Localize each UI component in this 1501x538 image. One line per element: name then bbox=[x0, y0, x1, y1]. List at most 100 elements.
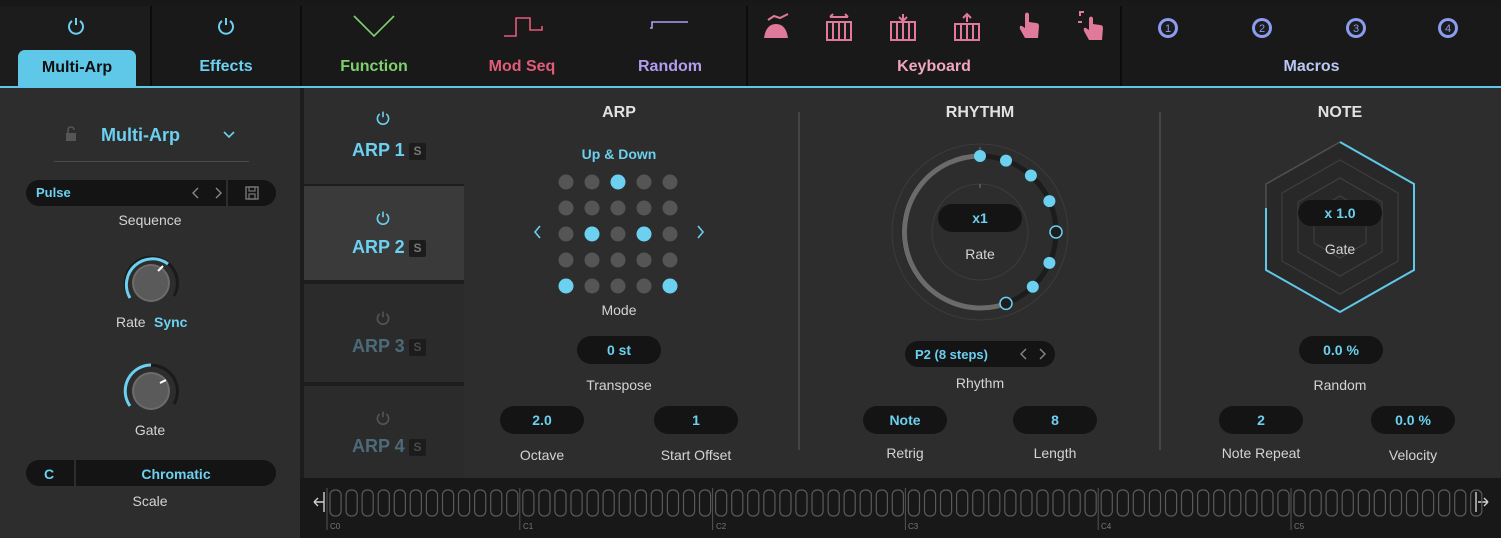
mode-grid-dot[interactable] bbox=[636, 226, 652, 242]
keyboard-key[interactable] bbox=[1132, 489, 1145, 517]
mode-grid-dot[interactable] bbox=[584, 252, 600, 268]
mode-grid-dot[interactable] bbox=[636, 252, 652, 268]
keyboard-key[interactable] bbox=[1068, 489, 1081, 517]
mode-grid-dot[interactable] bbox=[584, 278, 600, 294]
keyboard-key[interactable] bbox=[1116, 489, 1129, 517]
tab-multi-arp[interactable]: Multi-Arp bbox=[0, 6, 150, 92]
keyboard-key[interactable] bbox=[923, 489, 937, 517]
mode-grid-dot[interactable] bbox=[662, 278, 678, 294]
keyboard-key[interactable] bbox=[939, 489, 953, 517]
keyboard-key[interactable] bbox=[666, 489, 680, 517]
keyboard-key[interactable] bbox=[1213, 489, 1226, 517]
mode-grid-dot[interactable] bbox=[558, 200, 574, 216]
rhythm-step[interactable] bbox=[999, 296, 1013, 311]
macro-1-icon[interactable]: 1 bbox=[1156, 16, 1180, 40]
velocity-value[interactable]: 0.0 % bbox=[1371, 406, 1455, 434]
solo-badge[interactable]: S bbox=[409, 339, 426, 356]
save-icon[interactable] bbox=[244, 185, 260, 201]
keyboard-key[interactable] bbox=[650, 489, 663, 517]
keyboard-key[interactable] bbox=[715, 489, 728, 517]
sequence-selector[interactable]: Pulse bbox=[26, 180, 276, 206]
mode-grid-dot[interactable] bbox=[636, 278, 652, 294]
length-value[interactable]: 8 bbox=[1013, 406, 1097, 434]
keyboard-key[interactable] bbox=[1454, 489, 1467, 517]
rhythm-step[interactable] bbox=[974, 150, 986, 162]
rhythm-step[interactable] bbox=[1043, 195, 1056, 208]
keyboard-key[interactable] bbox=[698, 489, 712, 517]
note-gate-value[interactable]: x 1.0 bbox=[1298, 200, 1382, 226]
arp-tab-1[interactable]: ARP 1 S bbox=[304, 88, 464, 184]
mode-grid-dot[interactable] bbox=[662, 226, 678, 242]
keyboard-key[interactable] bbox=[1020, 489, 1033, 517]
preset-name[interactable]: Multi-Arp bbox=[101, 125, 180, 146]
transpose-value[interactable]: 0 st bbox=[577, 336, 661, 364]
mode-grid-dot[interactable] bbox=[662, 252, 678, 268]
keyboard-key[interactable] bbox=[1293, 489, 1306, 517]
power-icon[interactable] bbox=[216, 16, 236, 36]
keyboard-key[interactable] bbox=[618, 489, 631, 517]
keyboard-key[interactable] bbox=[1421, 489, 1435, 517]
keyboard-key[interactable] bbox=[1004, 489, 1017, 517]
retrig-value[interactable]: Note bbox=[863, 406, 947, 434]
power-icon[interactable] bbox=[375, 210, 391, 226]
mode-grid-dot[interactable] bbox=[662, 200, 678, 216]
keyboard-key[interactable] bbox=[1052, 489, 1065, 517]
keyboard-key[interactable] bbox=[875, 489, 888, 517]
keyboard-up-icon[interactable] bbox=[952, 12, 982, 42]
keyboard-key[interactable] bbox=[747, 489, 760, 517]
keyboard-key[interactable] bbox=[843, 489, 856, 517]
rhythm-pattern-selector[interactable]: P2 (8 steps) bbox=[905, 341, 1055, 367]
rhythm-step[interactable] bbox=[1026, 280, 1039, 293]
mode-grid-dot[interactable] bbox=[584, 200, 600, 216]
rhythm-step[interactable] bbox=[1024, 169, 1037, 182]
macro-3-icon[interactable]: 3 bbox=[1344, 16, 1368, 40]
keyboard-key[interactable] bbox=[1084, 489, 1097, 517]
keyboard-down-icon[interactable] bbox=[888, 12, 918, 42]
mode-grid-dot[interactable] bbox=[558, 174, 574, 190]
scale-type[interactable]: Chromatic bbox=[76, 466, 276, 482]
macro-2-icon[interactable]: 2 bbox=[1250, 16, 1274, 40]
keyboard-key[interactable] bbox=[490, 489, 503, 517]
rate-sync-toggle[interactable]: Sync bbox=[154, 314, 187, 330]
keyboard-key[interactable] bbox=[811, 489, 824, 517]
mode-grid-dot[interactable] bbox=[558, 252, 574, 268]
rhythm-step[interactable] bbox=[1043, 256, 1056, 269]
keyboard-key[interactable] bbox=[586, 489, 599, 517]
multi-touch-hand-icon[interactable] bbox=[1076, 10, 1106, 42]
chevron-down-icon[interactable] bbox=[222, 130, 236, 140]
keyboard-key[interactable] bbox=[554, 489, 567, 517]
tab-keyboard[interactable]: Keyboard bbox=[748, 6, 1120, 86]
macro-4-icon[interactable]: 4 bbox=[1436, 16, 1460, 40]
keyboard-key[interactable] bbox=[377, 489, 390, 517]
keyboard-key[interactable] bbox=[1229, 489, 1242, 517]
solo-badge[interactable]: S bbox=[409, 143, 426, 160]
tab-function[interactable]: Function bbox=[302, 6, 446, 86]
keyboard-key[interactable] bbox=[522, 489, 535, 517]
arp-tab-3[interactable]: ARP 3 S bbox=[304, 284, 464, 382]
keyboard-key[interactable] bbox=[1277, 489, 1290, 517]
keyboard-key[interactable] bbox=[955, 489, 969, 517]
keyboard-key[interactable] bbox=[1164, 489, 1178, 517]
tab-macros[interactable]: 1 2 3 4 Macros bbox=[1122, 6, 1501, 86]
keyboard-key[interactable] bbox=[634, 489, 647, 517]
mode-grid[interactable] bbox=[528, 170, 710, 294]
solo-badge[interactable]: S bbox=[409, 439, 426, 456]
keyboard-key[interactable] bbox=[972, 489, 985, 517]
mode-grid-dot[interactable] bbox=[610, 252, 626, 268]
power-icon[interactable] bbox=[375, 110, 391, 126]
power-icon[interactable] bbox=[375, 410, 391, 426]
gate-knob[interactable] bbox=[120, 360, 182, 422]
mode-grid-dot[interactable] bbox=[610, 200, 626, 216]
keyboard-key[interactable] bbox=[827, 489, 840, 517]
keyboard-key[interactable] bbox=[425, 489, 439, 517]
keyboard-key[interactable] bbox=[1245, 489, 1258, 517]
mode-grid-dot[interactable] bbox=[558, 226, 574, 242]
keyboard-key[interactable] bbox=[602, 489, 615, 517]
keyboard-key[interactable] bbox=[570, 489, 583, 517]
tab-mod-seq[interactable]: Mod Seq bbox=[450, 6, 594, 86]
keyboard-key[interactable] bbox=[329, 489, 342, 517]
mode-grid-dot[interactable] bbox=[636, 200, 652, 216]
keyboard-key[interactable] bbox=[1261, 489, 1274, 517]
mode-grid-dot[interactable] bbox=[610, 174, 626, 190]
keyboard-range-icon[interactable] bbox=[824, 12, 854, 42]
